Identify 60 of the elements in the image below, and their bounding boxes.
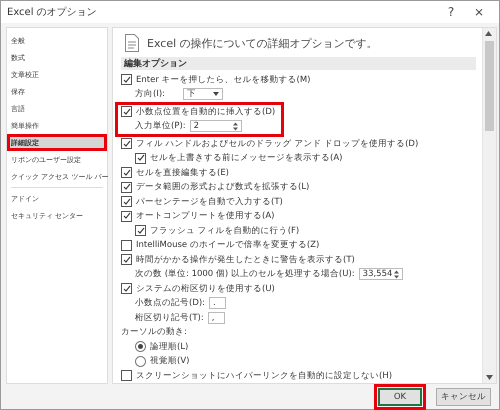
section-header: 編集オプション [121,56,476,70]
check-icon [122,108,130,116]
field-label: 次の数 (単位: 1000 個) 以上のセルを処理する場合(U): [135,268,355,280]
help-button[interactable]: ? [437,5,465,19]
field-label: 桁区切り記号(T): [135,312,204,324]
checkbox-label: セルを上書きする前にメッセージを表示する(A) [150,152,342,164]
checkbox[interactable] [121,254,132,266]
spinner-field[interactable]: 2 [190,120,242,132]
check-icon [122,284,130,293]
scroll-down-icon[interactable] [486,375,493,380]
field-label: 方向(I): [135,88,166,100]
radio-button[interactable] [135,341,146,352]
checkbox[interactable] [121,370,132,382]
checkbox-label: Enter キーを押したら、セルを移動する(M) [136,74,310,86]
scroll-thumb[interactable] [485,41,494,131]
dropdown[interactable]: 下 [183,88,224,100]
field-label: 小数点の記号(D): [135,297,206,310]
checkbox-label: 小数点位置を自動的に挿入する(D) [136,106,276,118]
checkbox[interactable] [121,182,132,193]
check-icon [122,76,130,84]
checkbox[interactable] [135,152,146,164]
document-icon [125,34,139,52]
checkbox-label: フラッシュ フィルを自動的に行う(F) [150,224,300,237]
input-field[interactable]: . [209,297,226,310]
radio-label: 論理順(L) [150,340,188,353]
checkbox[interactable] [121,283,132,294]
ok-button[interactable]: OK [378,388,422,406]
scrollbar[interactable] [482,28,496,383]
radio-label: 視覚順(V) [150,355,190,368]
checkbox[interactable] [121,210,132,222]
spinner-arrows-icon [232,122,238,131]
checkbox[interactable] [121,138,132,150]
checkbox-label: オートコンプリートを使用する(A) [136,210,274,222]
cancel-button[interactable]: キャンセル [436,388,491,406]
checkbox-label: データ範囲の形式および数式を拡張する(L) [136,181,310,194]
scroll-up-icon[interactable] [485,31,492,36]
checkbox[interactable] [121,74,132,86]
checkbox-label: システムの桁区切りを使用する(U) [136,282,275,295]
checkbox-label: 時間がかかる操作が発生したときに警告を表示する(T) [136,254,355,266]
checkbox[interactable] [121,167,132,178]
checkbox-label: パーセンテージを自動で入力する(T) [136,196,283,208]
check-icon [122,256,130,264]
spinner-arrows-icon [394,270,399,279]
spinner-field[interactable]: 33,554 [358,268,403,280]
checkbox-label: セルを直接編集する(E) [136,166,230,179]
input-field[interactable]: , [208,312,225,324]
checkbox-label: IntelliMouse のホイールで倍率を変更する(Z) [136,239,320,252]
group-label: カーソルの動き: [121,326,187,338]
checkbox-label: スクリーンショットにハイパーリンクを自動的に設定しない(H) [136,370,392,382]
checkbox-label: フィル ハンドルおよびセルのドラッグ アンド ドロップを使用する(D) [136,138,418,150]
panel-title: Excel の操作についての詳細オプションです。 [147,36,378,51]
radio-button[interactable] [135,356,146,367]
caret-icon [213,92,220,96]
checkbox[interactable] [121,106,132,118]
checkbox[interactable] [135,225,146,236]
checkbox[interactable] [121,240,132,251]
field-label: 入力単位(P): [135,120,186,132]
close-button[interactable]: × [465,5,493,19]
checkbox[interactable] [121,196,132,208]
window-title: Excel のオプション [7,6,98,19]
